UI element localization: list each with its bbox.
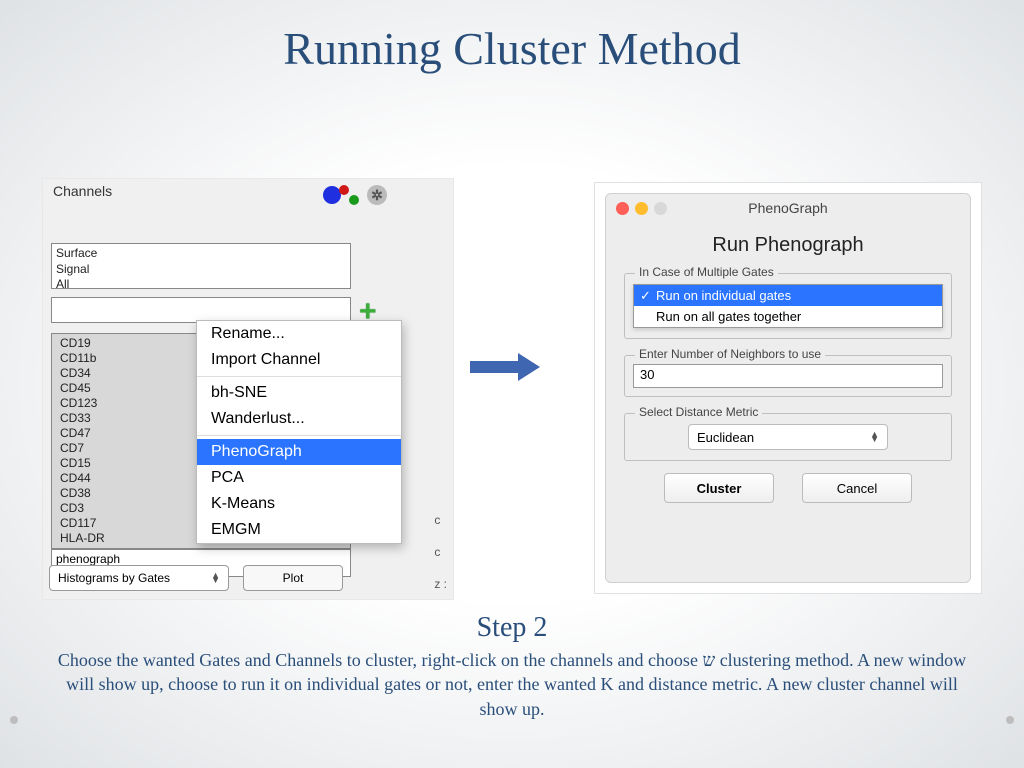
menu-item[interactable]: bh-SNE: [197, 380, 401, 406]
window-traffic-lights[interactable]: [616, 202, 667, 215]
menu-item[interactable]: PhenoGraph: [197, 439, 401, 465]
chevron-updown-icon: ▲▼: [211, 573, 220, 584]
list-item[interactable]: Surface: [56, 246, 346, 262]
red-dot-icon: [339, 185, 349, 195]
close-icon[interactable]: [616, 202, 629, 215]
plot-button[interactable]: Plot: [243, 565, 343, 591]
axis-label-stack: c c z :: [434, 513, 447, 591]
zoom-icon[interactable]: [654, 202, 667, 215]
preset-list[interactable]: Surface Signal All: [51, 243, 351, 289]
select-value: Euclidean: [697, 430, 754, 445]
list-item[interactable]: Signal: [56, 262, 346, 278]
context-menu[interactable]: Rename...Import Channel bh-SNEWanderlust.…: [196, 320, 402, 544]
fieldset-legend: Select Distance Metric: [635, 405, 762, 419]
list-item[interactable]: All: [56, 277, 346, 289]
pager-dot-icon: [10, 716, 18, 724]
distance-metric-select[interactable]: Euclidean ▲▼: [688, 424, 888, 450]
neighbors-fieldset: Enter Number of Neighbors to use 30: [624, 355, 952, 397]
menu-item[interactable]: EMGM: [197, 517, 401, 543]
axis-label: z :: [434, 577, 447, 591]
neighbors-input[interactable]: 30: [633, 364, 943, 388]
cluster-button[interactable]: Cluster: [664, 473, 774, 503]
phenograph-dialog: PhenoGraph Run Phenograph In Case of Mul…: [594, 182, 982, 594]
metric-fieldset: Select Distance Metric Euclidean ▲▼: [624, 413, 952, 461]
axis-label: c: [434, 545, 440, 559]
step-body: Choose the wanted Gates and Channels to …: [50, 648, 974, 721]
pager-dot-icon: [1006, 716, 1014, 724]
step-heading: Step 2: [0, 612, 1024, 644]
arrow-icon: [470, 356, 540, 378]
menu-item[interactable]: Rename...: [197, 321, 401, 347]
axis-label: c: [434, 513, 440, 527]
fieldset-legend: Enter Number of Neighbors to use: [635, 347, 825, 361]
dialog-heading: Run Phenograph: [606, 234, 970, 257]
cancel-button[interactable]: Cancel: [802, 473, 912, 503]
multiple-gates-fieldset: In Case of Multiple Gates Run on individ…: [624, 273, 952, 339]
fieldset-legend: In Case of Multiple Gates: [635, 265, 778, 279]
menu-item[interactable]: Wanderlust...: [197, 406, 401, 432]
channels-label: Channels: [53, 183, 112, 199]
histogram-mode-label: Histograms by Gates: [58, 571, 170, 585]
menu-item[interactable]: Import Channel: [197, 347, 401, 373]
histogram-mode-select[interactable]: Histograms by Gates ▲▼: [49, 565, 229, 591]
dropdown-option[interactable]: Run on all gates together: [634, 306, 942, 327]
chevron-updown-icon: ▲▼: [870, 432, 879, 443]
menu-item[interactable]: K-Means: [197, 491, 401, 517]
gate-mode-dropdown[interactable]: Run on individual gates Run on all gates…: [633, 284, 943, 328]
menu-item[interactable]: PCA: [197, 465, 401, 491]
dropdown-option[interactable]: Run on individual gates: [634, 285, 942, 306]
minimize-icon[interactable]: [635, 202, 648, 215]
slide-title: Running Cluster Method: [0, 0, 1024, 75]
